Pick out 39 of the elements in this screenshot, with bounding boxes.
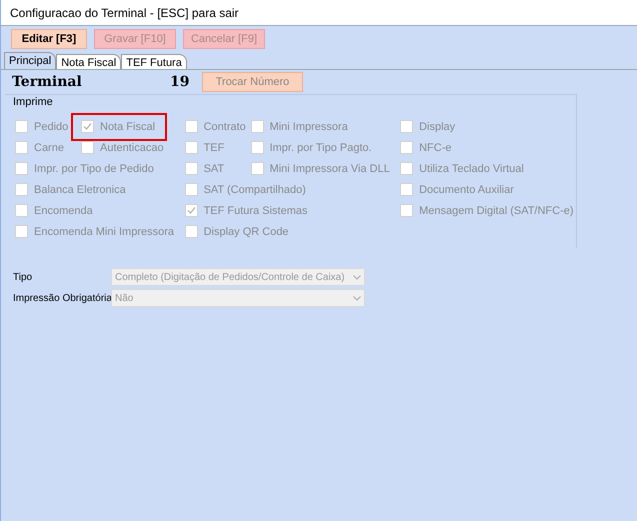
terminal-number: 19 — [170, 72, 190, 92]
checkbox[interactable]: Contrato — [184, 116, 248, 137]
checkbox[interactable]: Mensagem Digital (SAT/NFC-e) — [400, 200, 576, 221]
dropdown-field[interactable]: Não — [111, 289, 365, 307]
tab[interactable]: TEF Futura — [121, 54, 187, 69]
checkmark-icon — [83, 122, 92, 132]
toolbar-button[interactable]: Editar [F3] — [11, 29, 87, 49]
tab[interactable]: Nota Fiscal — [56, 54, 122, 69]
checkbox[interactable]: Pedido — [15, 116, 70, 137]
checkmark-icon — [186, 206, 196, 216]
checkbox[interactable]: TEF — [184, 138, 226, 158]
chevron-icon — [353, 274, 361, 280]
checkbox[interactable]: Display — [400, 116, 458, 137]
checkbox[interactable]: TEF Futura Sistemas — [184, 200, 310, 221]
field-label: Tipo — [13, 270, 34, 284]
checkbox[interactable]: Mini Impressora — [250, 116, 350, 137]
checkbox[interactable]: Encomenda Mini Impressora — [15, 222, 176, 242]
checkbox[interactable]: SAT (Compartilhado) — [184, 180, 308, 200]
change-number-button[interactable]: Trocar Número — [202, 72, 303, 92]
checkbox[interactable]: Nota Fiscal — [73, 114, 166, 139]
checkbox[interactable]: Encomenda — [15, 200, 95, 221]
checkbox[interactable]: Carne — [15, 138, 66, 158]
tab[interactable]: Principal — [4, 52, 56, 69]
checkbox[interactable]: Balanca Eletronica — [15, 180, 128, 200]
group-title: Imprime — [13, 95, 53, 110]
terminal-label: Terminal — [12, 72, 83, 92]
checkbox[interactable]: SAT — [184, 158, 226, 179]
chevron-icon — [353, 296, 361, 300]
checkbox[interactable]: NFC-e — [400, 138, 454, 158]
checkbox[interactable]: Utiliza Teclado Virtual — [400, 158, 526, 179]
checkbox[interactable]: Display QR Code — [184, 222, 291, 242]
field-label: Impressão Obrigatória — [13, 292, 111, 306]
checkbox[interactable]: Impr. por Tipo de Pedido — [15, 158, 156, 179]
dropdown-field[interactable]: Completo (Digitação de Pedidos/Controle de Caixa) — [111, 268, 365, 286]
checkbox[interactable]: Autenticacao — [81, 138, 166, 158]
checkbox[interactable]: Impr. por Tipo Pagto. — [250, 138, 374, 158]
checkbox[interactable]: Documento Auxiliar — [400, 180, 516, 200]
checkbox[interactable]: Mini Impressora Via DLL — [250, 158, 392, 179]
window-title: Configuracao do Terminal - [ESC] para sair — [1, 0, 637, 26]
